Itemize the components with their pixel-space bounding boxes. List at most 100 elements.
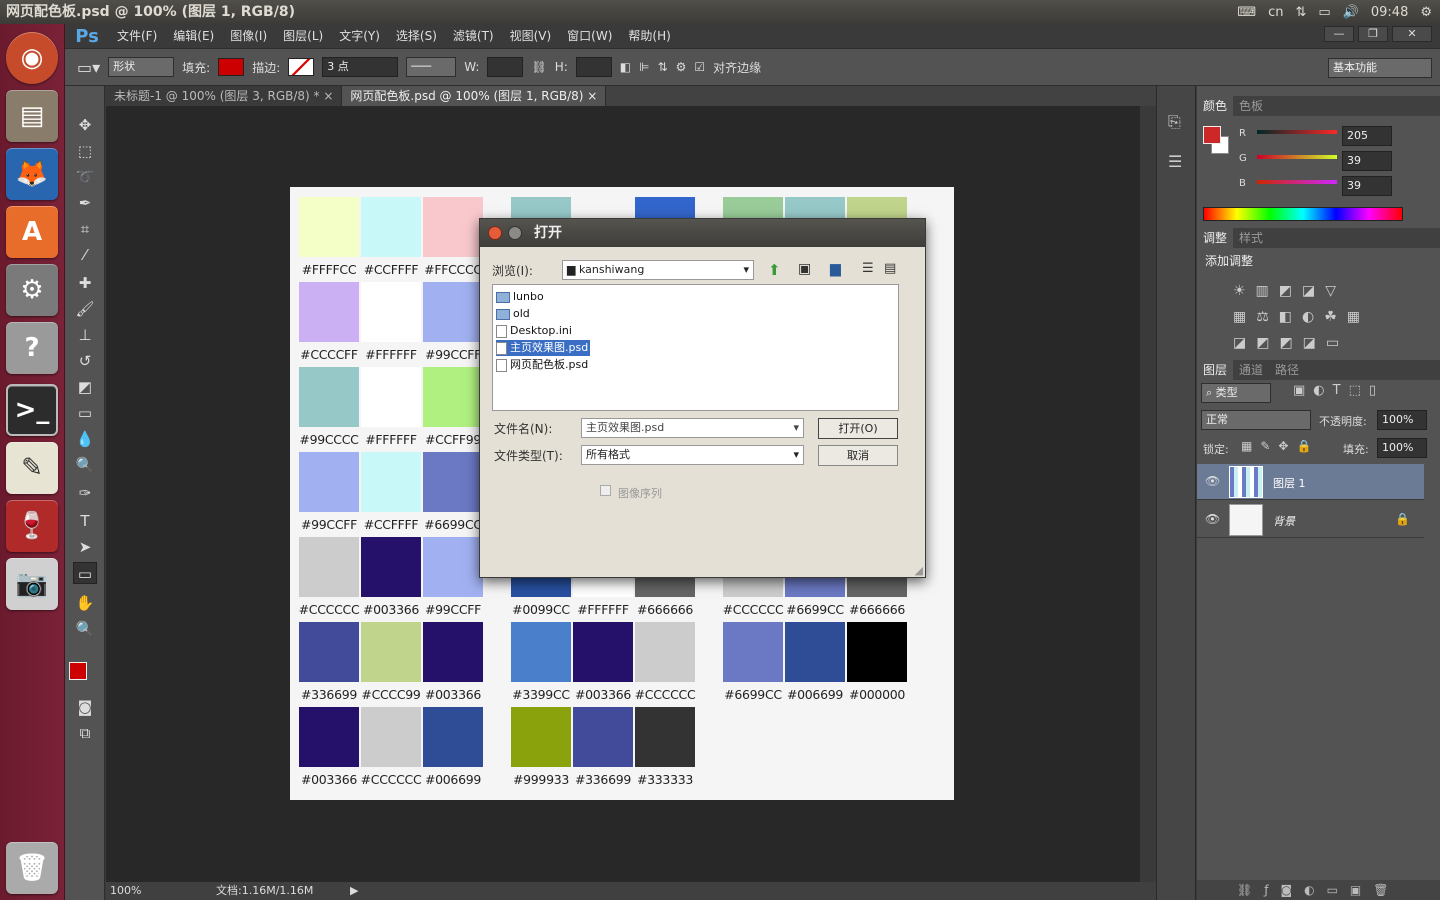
ubuntu-logo-icon[interactable]: ◉ xyxy=(6,32,58,84)
tab-styles[interactable]: 样式 xyxy=(1233,228,1269,248)
wine-icon[interactable]: 🍷 xyxy=(6,500,58,552)
stroke-swatch[interactable] xyxy=(288,58,315,76)
close-button[interactable]: ✕ xyxy=(1392,26,1432,42)
image-sequence-checkbox[interactable] xyxy=(600,485,611,496)
stroke-type-select[interactable]: ─── xyxy=(406,57,457,77)
camera-icon[interactable]: 📷 xyxy=(6,558,58,610)
settings-gear-icon[interactable]: ⚙ xyxy=(676,60,687,74)
tab-palette[interactable]: 网页配色板.psd @ 100% (图层 1, RGB/8) × xyxy=(342,86,607,106)
history-brush-icon[interactable]: ↺ xyxy=(73,350,97,372)
desktop-icon[interactable]: ▣ xyxy=(798,261,811,277)
history-panel-icon[interactable]: ⎘ xyxy=(1168,112,1181,132)
help-icon[interactable]: ? xyxy=(6,322,58,374)
menu-item[interactable]: 选择(S) xyxy=(388,24,445,48)
foreground-color-swatch[interactable] xyxy=(1203,126,1221,144)
tab-paths[interactable]: 路径 xyxy=(1269,360,1305,380)
open-button[interactable]: 打开(O) xyxy=(818,418,898,439)
system-settings-icon[interactable]: ⚙ xyxy=(6,264,58,316)
file-list-item[interactable]: old xyxy=(496,306,532,322)
tab-adjustments[interactable]: 调整 xyxy=(1197,228,1234,248)
close-tab-icon[interactable]: × xyxy=(323,89,333,103)
file-list-item[interactable]: 主页效果图.psd xyxy=(496,340,591,356)
quick-mask-icon[interactable]: ◙ xyxy=(73,696,97,718)
fill-swatch[interactable] xyxy=(218,58,245,76)
stroke-size-input[interactable]: 3 点 xyxy=(322,57,399,77)
new-folder-icon[interactable]: ▆ xyxy=(830,261,841,277)
stamp-tool-icon[interactable]: ⊥ xyxy=(73,324,97,346)
status-menu-arrow-icon[interactable]: ▶ xyxy=(350,882,358,900)
menu-item[interactable]: 文字(Y) xyxy=(331,24,388,48)
menu-item[interactable]: 文件(F) xyxy=(109,24,165,48)
quick-select-tool-icon[interactable]: ✒ xyxy=(73,192,97,214)
properties-panel-icon[interactable]: ☰ xyxy=(1168,152,1182,171)
file-list[interactable]: lunbo old Desktop.ini 主页效果图.psd 网页配色板.psd xyxy=(492,284,899,411)
eraser-tool-icon[interactable]: ◩ xyxy=(73,376,97,398)
cancel-button[interactable]: 取消 xyxy=(818,445,898,466)
volume-icon[interactable]: 🔊 xyxy=(1343,5,1359,20)
folder-select[interactable]: ▆ kanshiwang ▾ xyxy=(562,260,754,280)
file-list-item[interactable]: lunbo xyxy=(496,289,546,305)
software-center-icon[interactable]: A xyxy=(6,206,58,258)
resize-grip-icon[interactable]: ◢ xyxy=(915,564,923,577)
lock-icons[interactable]: ▦✎✥🔒 xyxy=(1241,439,1319,453)
layer-row-background[interactable]: 👁 背景 🔒 xyxy=(1197,502,1424,538)
blur-tool-icon[interactable]: 💧 xyxy=(73,428,97,450)
menu-item[interactable]: 滤镜(T) xyxy=(445,24,502,48)
path-select-tool-icon[interactable]: ➤ xyxy=(73,536,97,558)
trash-icon[interactable]: 🗑 xyxy=(6,842,58,894)
files-icon[interactable]: ▤ xyxy=(6,90,58,142)
pen-tool-icon[interactable]: ✑ xyxy=(73,482,97,504)
dodge-tool-icon[interactable]: 🔍 xyxy=(73,454,97,476)
tab-color[interactable]: 颜色 xyxy=(1197,96,1234,116)
battery-icon[interactable]: ▭ xyxy=(1318,5,1330,20)
menu-item[interactable]: 图像(I) xyxy=(222,24,275,48)
details-view-icon[interactable]: ▤ xyxy=(884,261,896,276)
lasso-tool-icon[interactable]: ➰ xyxy=(73,166,97,188)
text-editor-icon[interactable]: ✎ xyxy=(6,442,58,494)
terminal-icon[interactable]: >_ xyxy=(6,384,58,436)
network-icon[interactable]: ⇅ xyxy=(1295,5,1306,20)
minimize-button[interactable]: — xyxy=(1324,26,1354,42)
zoom-tool-icon[interactable]: 🔍 xyxy=(73,618,97,640)
r-slider[interactable] xyxy=(1257,130,1337,134)
g-slider[interactable] xyxy=(1257,155,1337,159)
layer-filter-icons[interactable]: ▣◐T⬚▯ xyxy=(1293,383,1384,398)
menu-item[interactable]: 图层(L) xyxy=(275,24,331,48)
tab-channels[interactable]: 通道 xyxy=(1233,360,1269,380)
restore-button[interactable]: ❐ xyxy=(1358,26,1388,42)
marquee-tool-icon[interactable]: ⬚ xyxy=(73,140,97,162)
crop-tool-icon[interactable]: ⌗ xyxy=(73,218,97,240)
blend-mode-select[interactable]: 正常 xyxy=(1201,410,1311,430)
menu-item[interactable]: 视图(V) xyxy=(502,24,560,48)
fill-input[interactable]: 100% xyxy=(1377,438,1427,458)
up-folder-icon[interactable]: ⬆ xyxy=(768,261,781,279)
menu-item[interactable]: 帮助(H) xyxy=(620,24,678,48)
b-slider[interactable] xyxy=(1257,180,1337,184)
layer-actions-bar[interactable]: ⛓ƒ◙◐▭▣🗑 xyxy=(1197,880,1440,900)
type-tool-icon[interactable]: T xyxy=(73,510,97,532)
adjustment-icons[interactable]: ☀▥◩◪▽ ▦⚖◧◐☘▦ ◪◩◩◪▭ xyxy=(1233,278,1413,351)
align-edges-checkbox[interactable]: ☑ xyxy=(694,60,705,74)
keyboard-layout[interactable]: cn xyxy=(1268,5,1283,20)
firefox-icon[interactable]: 🦊 xyxy=(6,148,58,200)
width-input[interactable] xyxy=(487,57,524,77)
b-input[interactable]: 39 xyxy=(1342,176,1392,196)
rectangle-shape-tool-icon[interactable]: ▭ xyxy=(73,562,97,584)
path-operations-icon[interactable]: ◧ xyxy=(620,60,631,74)
eye-icon[interactable]: 👁 xyxy=(1205,512,1220,526)
workspace-select[interactable]: 基本功能 xyxy=(1328,58,1432,78)
dialog-close-icon[interactable] xyxy=(488,226,502,240)
eyedropper-tool-icon[interactable]: ⁄ xyxy=(73,244,97,266)
layer-filter-select[interactable]: ⌕ 类型 xyxy=(1201,383,1271,403)
color-spectrum-bar[interactable] xyxy=(1203,207,1403,221)
path-arrangement-icon[interactable]: ⇅ xyxy=(658,60,668,74)
tab-swatches[interactable]: 色板 xyxy=(1233,96,1269,116)
filetype-select[interactable]: 所有格式 ▾ xyxy=(581,445,804,465)
shape-mode-select[interactable]: 形状 xyxy=(108,57,175,77)
menu-item[interactable]: 窗口(W) xyxy=(559,24,620,48)
list-view-icon[interactable]: ☰ xyxy=(862,261,874,276)
layer-name[interactable]: 背景 xyxy=(1273,513,1295,529)
zoom-level[interactable]: 100% xyxy=(110,882,141,900)
vertical-scrollbar[interactable] xyxy=(1140,106,1156,882)
keyboard-icon[interactable]: ⌨ xyxy=(1237,5,1256,20)
